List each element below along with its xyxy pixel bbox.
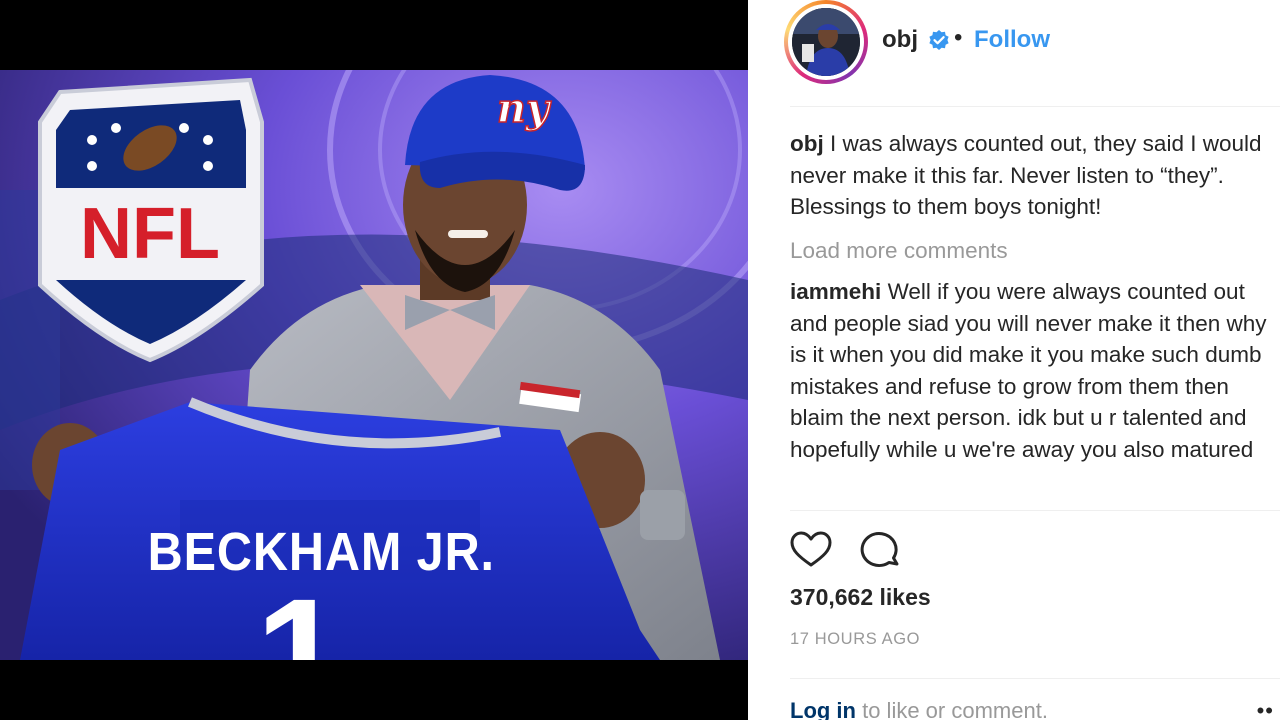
post-photo[interactable]: NFL ny BECKHAM JR. 1 [0, 70, 748, 660]
header-divider [790, 106, 1280, 107]
comment-username[interactable]: obj [790, 131, 824, 156]
avatar[interactable] [784, 0, 868, 84]
footer-divider [790, 678, 1280, 679]
separator-dot: • [954, 24, 963, 51]
comments-list: obj I was always counted out, they said … [790, 128, 1270, 465]
login-prompt: Log in to like or comment. [790, 698, 1048, 720]
follow-button[interactable]: Follow [974, 26, 1050, 54]
actions-divider [790, 510, 1280, 511]
heart-icon[interactable] [790, 530, 832, 570]
post-side-panel: obj • Follow obj I was always counted ou… [748, 0, 1280, 720]
post-timestamp[interactable]: 17 HOURS AGO [790, 630, 920, 649]
comment-bubble-icon[interactable] [860, 530, 902, 570]
svg-text:NFL: NFL [80, 194, 220, 274]
comment-username[interactable]: iammehi [790, 279, 881, 304]
likes-count[interactable]: 370,662 likes [790, 584, 931, 611]
load-more-comments-link[interactable]: Load more comments [790, 235, 1270, 267]
verified-badge-icon [928, 29, 950, 51]
avatar-image [792, 8, 860, 76]
post-media-column: NFL ny BECKHAM JR. 1 [0, 0, 748, 720]
login-prompt-text: to like or comment. [855, 698, 1048, 720]
more-options-icon[interactable]: •• [1257, 698, 1274, 720]
svg-text:ny: ny [497, 85, 552, 132]
post-photo-illustration: NFL ny BECKHAM JR. 1 [0, 70, 748, 660]
post-header: obj • Follow [748, 0, 1280, 106]
post-actions [790, 530, 990, 570]
login-link[interactable]: Log in [790, 698, 856, 720]
comment-text: I was always counted out, they said I wo… [790, 131, 1262, 219]
username[interactable]: obj [882, 26, 918, 54]
comment-text: Well if you were always counted out and … [790, 279, 1267, 462]
caption-comment: obj I was always counted out, they said … [790, 128, 1270, 223]
svg-text:1: 1 [256, 565, 345, 660]
list-item: iammehi Well if you were always counted … [790, 276, 1270, 465]
